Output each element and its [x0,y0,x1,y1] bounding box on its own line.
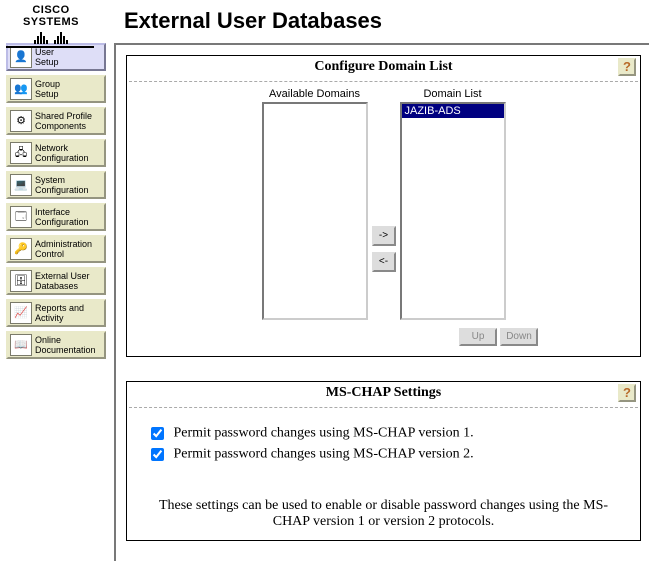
domain-panel-title: Configure Domain List [314,59,452,74]
sidebar-item-label: Shared Profile Components [35,111,104,131]
mschap-panel: MS-CHAP Settings ? Permit password chang… [126,381,641,541]
sidebar-item-label: Network Configuration [35,143,104,163]
nav-icon: 🔑 [10,238,32,260]
nav-icon: 📖 [10,334,32,356]
mschap-v1-label: Permit password changes using MS-CHAP ve… [174,426,474,441]
sidebar-item-reports-and-activity[interactable]: 📈Reports and Activity [6,299,106,327]
domain-list-label: Domain List [400,88,506,100]
mschap-v1-checkbox[interactable] [151,427,164,440]
nav-icon: 👤 [10,46,32,68]
sidebar-item-network-configuration[interactable]: 🖧Network Configuration [6,139,106,167]
nav-icon: 🖧 [10,142,32,164]
sidebar: 👤User Setup👥Group Setup⚙Shared Profile C… [0,39,114,363]
sidebar-item-interface-configuration[interactable]: 🗔Interface Configuration [6,203,106,231]
mschap-description: These settings can be used to enable or … [139,498,628,530]
list-item[interactable]: JAZIB-ADS [402,104,504,118]
nav-icon: 👥 [10,78,32,100]
down-button[interactable]: Down [500,328,538,346]
mschap-v2-label: Permit password changes using MS-CHAP ve… [174,447,474,462]
mschap-title: MS-CHAP Settings [326,385,442,400]
configure-domain-panel: Configure Domain List ? Available Domain… [126,55,641,357]
up-button[interactable]: Up [459,328,497,346]
add-domain-button[interactable]: -> [372,226,396,246]
nav-icon: 🗄 [10,270,32,292]
sidebar-item-external-user-databases[interactable]: 🗄External User Databases [6,267,106,295]
help-icon[interactable]: ? [618,384,636,402]
sidebar-item-label: User Setup [35,47,104,67]
sidebar-item-label: External User Databases [35,271,104,291]
nav-icon: 🗔 [10,206,32,228]
mschap-v2-checkbox[interactable] [151,448,164,461]
available-domains-listbox[interactable] [262,102,368,320]
sidebar-item-label: System Configuration [35,175,104,195]
sidebar-item-label: Interface Configuration [35,207,104,227]
nav-icon: ⚙ [10,110,32,132]
remove-domain-button[interactable]: <- [372,252,396,272]
cisco-logo: CISCO SYSTEMS [6,4,96,39]
logo-bars-icon [6,30,96,44]
available-domains-label: Available Domains [262,88,368,100]
sidebar-item-label: Reports and Activity [35,303,104,323]
nav-icon: 💻 [10,174,32,196]
help-icon[interactable]: ? [618,58,636,76]
page-title: External User Databases [124,8,382,34]
sidebar-item-group-setup[interactable]: 👥Group Setup [6,75,106,103]
logo-text: CISCO SYSTEMS [6,4,96,28]
nav-icon: 📈 [10,302,32,324]
sidebar-item-online-documentation[interactable]: 📖Online Documentation [6,331,106,359]
sidebar-item-system-configuration[interactable]: 💻System Configuration [6,171,106,199]
sidebar-item-label: Group Setup [35,79,104,99]
sidebar-item-label: Administration Control [35,239,104,259]
content-area: Configure Domain List ? Available Domain… [114,43,649,561]
domain-listbox[interactable]: JAZIB-ADS [400,102,506,320]
sidebar-item-administration-control[interactable]: 🔑Administration Control [6,235,106,263]
sidebar-item-label: Online Documentation [35,335,104,355]
sidebar-item-shared-profile-components[interactable]: ⚙Shared Profile Components [6,107,106,135]
